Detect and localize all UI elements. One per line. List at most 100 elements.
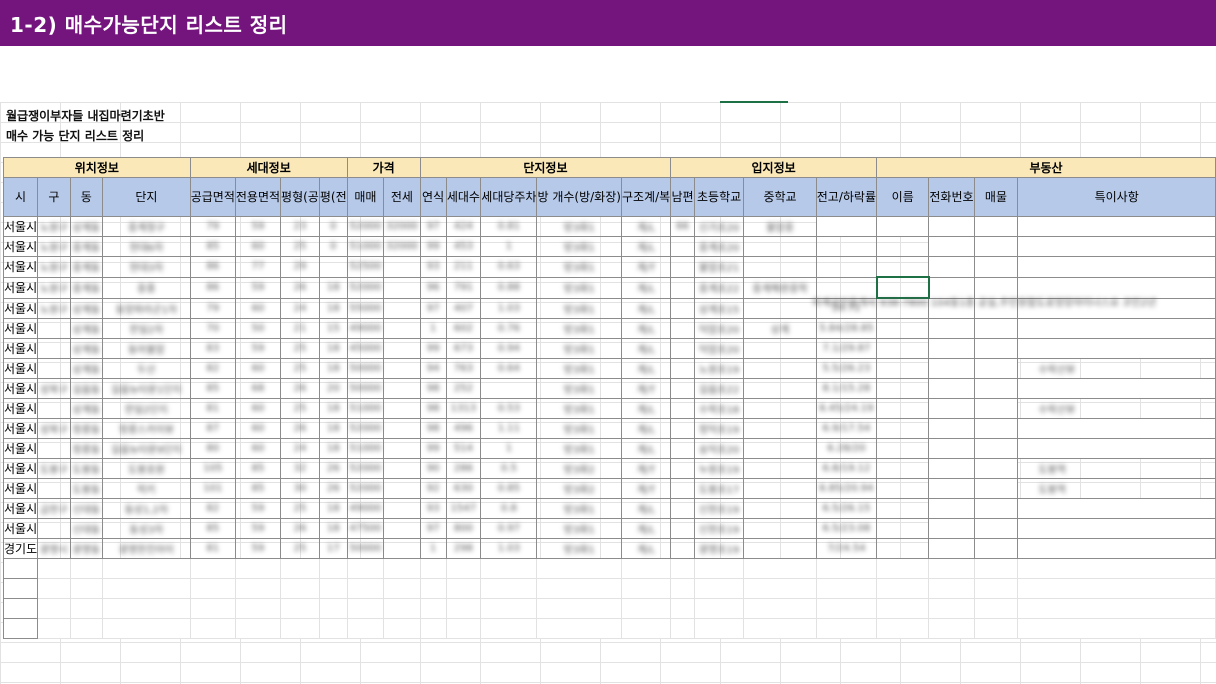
cell-empty[interactable] [973,216,1019,237]
cell-empty[interactable] [1017,216,1216,237]
cell-rate[interactable] [815,236,878,257]
cell-rate[interactable]: 8.1/15.28 [815,378,878,399]
cell-jeonse[interactable] [383,276,421,299]
cell-pyeong-supply[interactable]: 25 [280,358,320,379]
cell-si[interactable]: 서울시 [2,478,39,499]
cell-danji[interactable]: 길음뉴타운1단지 [102,378,191,399]
cell-sale[interactable]: 50000 [346,358,385,379]
cell-empty[interactable] [1017,498,1216,519]
cell-si[interactable]: 서울시 [2,458,39,479]
cell-middle[interactable] [743,518,817,539]
cell-pyeong-excl[interactable]: 18 [318,297,348,319]
cell-danji[interactable]: 정릉스카이뷰 [102,418,191,439]
cell-structure[interactable]: 계/L [620,236,672,257]
cell-rooms[interactable]: 방3화1 [536,518,622,539]
col-ne[interactable]: 남편 [670,177,695,217]
cell-empty[interactable] [318,618,348,639]
cell-supply-area[interactable]: 83 [189,338,236,359]
cell-excl-area[interactable]: 85 [234,458,282,479]
cell-supply-area[interactable]: 70 [189,318,236,339]
cell-empty[interactable] [928,236,975,257]
cell-empty[interactable] [346,578,385,599]
cell-empty[interactable] [620,618,672,639]
cell-rooms[interactable]: 방3화1 [536,498,622,519]
cell-si[interactable]: 서울시 [2,297,39,319]
cell-elementary[interactable]: 중계초20 [693,236,745,257]
cell-dong[interactable]: 중계동 [69,256,104,278]
cell-parking[interactable]: 0.94 [480,338,538,359]
cell-sale[interactable]: 50000 [346,378,385,399]
cell-supply-area[interactable]: 85 [189,236,236,257]
cell-ne[interactable] [670,236,695,257]
cell-empty[interactable] [928,498,975,519]
cell-empty[interactable] [1017,438,1216,459]
cell-empty[interactable] [280,618,320,639]
cell-empty[interactable] [536,578,622,599]
cell-ne[interactable] [670,538,695,559]
col-listing[interactable]: 매물 [973,177,1019,217]
cell-year[interactable]: 99 [419,338,447,359]
cell-households[interactable]: 453 [445,236,482,257]
cell-structure[interactable]: 계/T [620,478,672,499]
cell-sale[interactable]: 55000 [346,297,385,319]
cell-rate[interactable]: 5.84/28.85 [815,318,878,339]
cell-excl-area[interactable]: 60 [234,297,282,319]
cell-pyeong-supply[interactable]: 32 [280,458,320,479]
cell-gu-full[interactable] [37,398,71,419]
cell-empty[interactable] [189,618,236,639]
cell-elementary[interactable]: 중계초22 [693,276,745,299]
cell-rooms[interactable]: 방3화1 [536,338,622,359]
cell-empty[interactable] [102,558,191,579]
cell-year[interactable]: 98 [419,418,447,439]
col-danji[interactable]: 단지 [102,177,191,217]
cell-sale[interactable]: 51000 [346,236,385,257]
cell-empty[interactable] [973,438,1019,459]
cell-empty[interactable] [973,538,1019,559]
cell-parking[interactable]: 1 [480,438,538,459]
cell-empty[interactable] [743,558,817,579]
cell-empty[interactable] [37,598,71,619]
cell-pyeong-excl[interactable]: 20 [318,378,348,399]
cell-empty[interactable] [928,438,975,459]
cell-structure[interactable]: 계/T [620,256,672,278]
col-pyeong-supply[interactable]: 평형(공 [280,177,320,217]
cell-empty[interactable] [973,236,1019,257]
cell-parking[interactable] [480,378,538,399]
cell-rate[interactable]: 6.28/20 [815,438,878,459]
cell-empty[interactable] [234,578,282,599]
cell-ne[interactable] [670,297,695,319]
cell-empty[interactable] [620,578,672,599]
cell-danji[interactable]: 동성3차 [102,518,191,539]
cell-empty[interactable] [346,558,385,579]
cell-households[interactable]: 496 [445,418,482,439]
cell-structure[interactable]: 계/T [620,378,672,399]
cell-year[interactable]: 99 [419,438,447,459]
cell-empty[interactable] [1017,236,1216,257]
cell-jeonse[interactable] [383,378,421,399]
cell-dong[interactable]: 상계동 [69,338,104,359]
cell-structure[interactable]: 계/L [620,318,672,339]
cell-gu-full[interactable]: 노원구 [37,256,71,278]
cell-empty[interactable] [743,618,817,639]
cell-dong[interactable]: 도봉동 [69,458,104,479]
cell-empty[interactable] [1017,418,1216,439]
cell-rooms[interactable]: 방3화1 [536,318,622,339]
cell-jeonse[interactable] [383,256,421,278]
cell-structure[interactable]: 계/L [620,297,672,319]
cell-excl-area[interactable]: 60 [234,398,282,419]
cell-structure[interactable]: 계/L [620,418,672,439]
cell-pyeong-supply[interactable]: 23 [280,216,320,237]
cell-middle[interactable] [743,438,817,459]
cell-excl-area[interactable]: 60 [234,438,282,459]
cell-empty[interactable] [346,618,385,639]
cell-rooms[interactable]: 방3화1 [536,216,622,237]
cell-si[interactable]: 경기도 [2,538,39,559]
cell-empty[interactable] [102,618,191,639]
cell-year[interactable]: 90 [419,458,447,479]
cell-si[interactable]: 서울시 [2,398,39,419]
cell-empty[interactable] [480,578,538,599]
cell-agent-name[interactable] [876,418,930,439]
cell-elementary[interactable]: 상계초15 [693,297,745,319]
cell-empty[interactable] [318,578,348,599]
col-dong[interactable]: 동 [69,177,104,217]
